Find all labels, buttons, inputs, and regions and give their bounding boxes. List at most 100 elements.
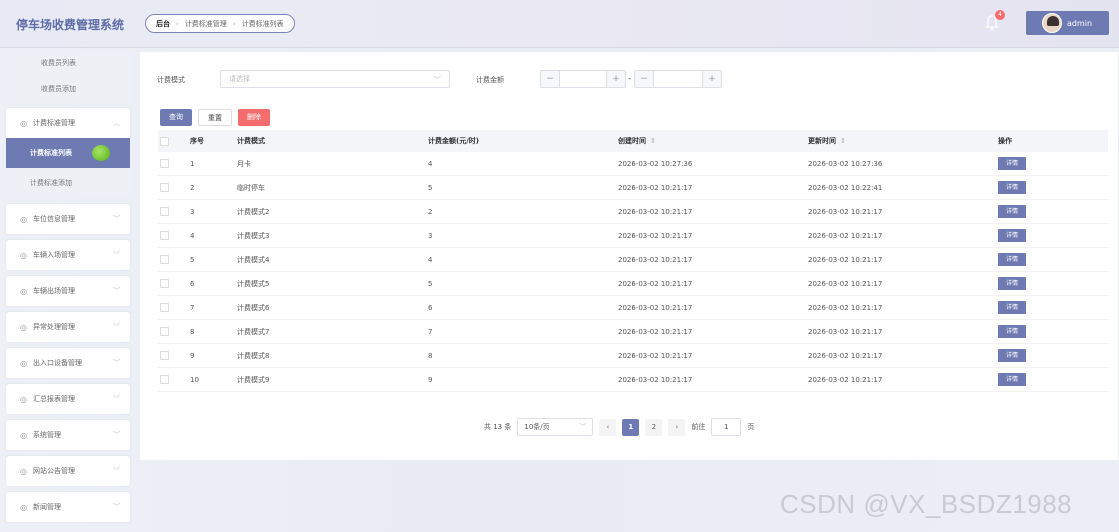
- chevron-down-icon: ﹀: [113, 467, 120, 475]
- chevron-down-icon: ﹀: [113, 215, 120, 223]
- page-1-button[interactable]: 1: [622, 418, 640, 436]
- user-menu[interactable]: admin: [1026, 11, 1109, 35]
- header-updated[interactable]: 更新时间 ⇕: [808, 136, 998, 146]
- table-row: 8 计费模式7 7 2026-03-02 10:21:17 2026-03-02 10:…: [158, 320, 1108, 344]
- row-checkbox[interactable]: [160, 327, 169, 336]
- row-checkbox[interactable]: [160, 183, 169, 192]
- sidebar-item-label: 计费标准列表: [30, 149, 72, 157]
- sidebar-group-report[interactable]: ◎ 汇总报表管理 ﹀: [6, 384, 130, 414]
- sidebar-group-news[interactable]: ◎ 新闻管理 ﹀: [6, 492, 130, 522]
- amount-max-input[interactable]: [653, 71, 703, 87]
- chevron-down-icon: ﹀: [113, 251, 120, 259]
- query-button[interactable]: 查询: [160, 109, 192, 126]
- location-icon: ◎: [20, 358, 27, 368]
- goto-label: 前往: [691, 423, 706, 431]
- detail-button[interactable]: 详情: [998, 301, 1026, 314]
- row-checkbox[interactable]: [160, 351, 169, 360]
- detail-button[interactable]: 详情: [998, 205, 1026, 218]
- sidebar-item-billing-list[interactable]: 计费标准列表: [6, 138, 130, 168]
- table-row: 3 计费模式2 2 2026-03-02 10:21:17 2026-03-02 10:…: [158, 200, 1108, 224]
- sidebar-group-label: 新闻管理: [32, 503, 61, 511]
- cell-updated: 2026-03-02 10:21:17: [808, 351, 883, 360]
- cell-updated: 2026-03-02 10:21:17: [808, 231, 883, 240]
- increment-button[interactable]: +: [607, 71, 625, 87]
- header-created[interactable]: 创建时间 ⇕: [618, 136, 808, 146]
- table-row: 1 月卡 4 2026-03-02 10:27:36 2026-03-02 10:27:…: [158, 152, 1108, 176]
- sidebar-group-parking-space[interactable]: ◎ 车位信息管理 ﹀: [6, 204, 130, 234]
- row-checkbox[interactable]: [160, 207, 169, 216]
- amount-min-stepper[interactable]: − +: [540, 70, 626, 88]
- row-checkbox[interactable]: [160, 255, 169, 264]
- sidebar-group-billing[interactable]: ◎ 计费标准管理 ︿: [6, 108, 130, 138]
- row-checkbox[interactable]: [160, 375, 169, 384]
- apple-icon: [92, 145, 110, 161]
- delete-button[interactable]: 删除: [238, 109, 270, 126]
- sidebar-group-system[interactable]: ◎ 系统管理 ﹀: [6, 420, 130, 450]
- detail-button[interactable]: 详情: [998, 157, 1026, 170]
- detail-button[interactable]: 详情: [998, 229, 1026, 242]
- table-row: 5 计费模式4 4 2026-03-02 10:21:17 2026-03-02 10:…: [158, 248, 1108, 272]
- sidebar-group-vehicle-exit[interactable]: ◎ 车辆出场管理 ﹀: [6, 276, 130, 306]
- chevron-up-icon: ︿: [113, 119, 120, 127]
- detail-button[interactable]: 详情: [998, 253, 1026, 266]
- action-buttons: 查询 重置 删除: [160, 109, 270, 126]
- location-icon: ◎: [20, 214, 27, 224]
- page-2-button[interactable]: 2: [645, 418, 663, 436]
- row-checkbox[interactable]: [160, 159, 169, 168]
- cell-mode: 临时停车: [237, 183, 265, 192]
- location-icon: ◎: [20, 118, 27, 128]
- goto-page-input[interactable]: 1: [711, 418, 742, 436]
- detail-button[interactable]: 详情: [998, 277, 1026, 290]
- cell-updated: 2026-03-02 10:27:36: [808, 159, 883, 168]
- prev-page-button[interactable]: ‹: [599, 418, 617, 436]
- mode-filter-label: 计费模式: [157, 76, 185, 84]
- watermark: CSDN @VX_BSDZ1988: [780, 489, 1073, 519]
- sort-icon[interactable]: ⇕: [650, 137, 656, 145]
- sidebar-group-vehicle-entry[interactable]: ◎ 车辆入场管理 ﹀: [6, 240, 130, 270]
- row-checkbox[interactable]: [160, 303, 169, 312]
- cell-no: 6: [190, 279, 195, 288]
- select-all-checkbox[interactable]: [160, 136, 169, 146]
- row-checkbox[interactable]: [160, 231, 169, 240]
- cell-amount: 4: [428, 255, 433, 264]
- sidebar-item-collector-list[interactable]: 收费员列表: [6, 52, 130, 74]
- breadcrumb-item-billing-mgmt[interactable]: 计费标准管理: [185, 19, 227, 29]
- sort-icon[interactable]: ⇕: [840, 137, 846, 145]
- table-row: 2 临时停车 5 2026-03-02 10:21:17 2026-03-02 10:2…: [158, 176, 1108, 200]
- amount-min-input[interactable]: [559, 71, 607, 87]
- sidebar-group-gate-device[interactable]: ◎ 出入口设备管理 ﹀: [6, 348, 130, 378]
- decrement-button[interactable]: −: [541, 71, 559, 87]
- cell-mode: 计费模式2: [237, 207, 270, 216]
- sidebar-group-exception[interactable]: ◎ 异常处理管理 ﹀: [6, 312, 130, 342]
- cell-amount: 2: [428, 207, 433, 216]
- breadcrumb-separator-icon: ›: [232, 19, 236, 28]
- breadcrumb-separator-icon: ›: [176, 19, 179, 28]
- decrement-button[interactable]: −: [635, 71, 653, 87]
- sidebar-item-billing-add[interactable]: 计费标准添加: [6, 168, 130, 198]
- increment-button[interactable]: +: [703, 71, 721, 87]
- amount-max-stepper[interactable]: − +: [634, 70, 722, 88]
- cell-created: 2026-03-02 10:21:17: [618, 375, 693, 384]
- app-title: 停车场收费管理系统: [16, 18, 125, 32]
- row-checkbox[interactable]: [160, 279, 169, 288]
- chevron-down-icon: ﹀: [113, 431, 120, 439]
- mode-select[interactable]: 请选择 ﹀: [220, 70, 450, 88]
- reset-button[interactable]: 重置: [198, 109, 232, 126]
- location-icon: ◎: [20, 286, 27, 296]
- breadcrumb-item-home[interactable]: 后台: [156, 19, 170, 29]
- detail-button[interactable]: 详情: [998, 349, 1026, 362]
- header-amount: 计费金额(元/时): [428, 137, 479, 145]
- page-size-select[interactable]: 10条/页 ﹀: [517, 418, 594, 436]
- detail-button[interactable]: 详情: [998, 181, 1026, 194]
- sidebar-item-collector-add[interactable]: 收费员添加: [6, 74, 130, 104]
- next-page-button[interactable]: ›: [668, 418, 686, 436]
- sidebar-group-announcement[interactable]: ◎ 网站公告管理 ﹀: [6, 456, 130, 486]
- cell-updated: 2026-03-02 10:21:17: [808, 279, 883, 288]
- cell-no: 7: [190, 303, 195, 312]
- cell-amount: 9: [428, 375, 433, 384]
- detail-button[interactable]: 详情: [998, 373, 1026, 386]
- total-count: 共 13 条: [484, 423, 512, 431]
- cell-no: 4: [190, 231, 195, 240]
- detail-button[interactable]: 详情: [998, 325, 1026, 338]
- cell-no: 10: [190, 375, 199, 384]
